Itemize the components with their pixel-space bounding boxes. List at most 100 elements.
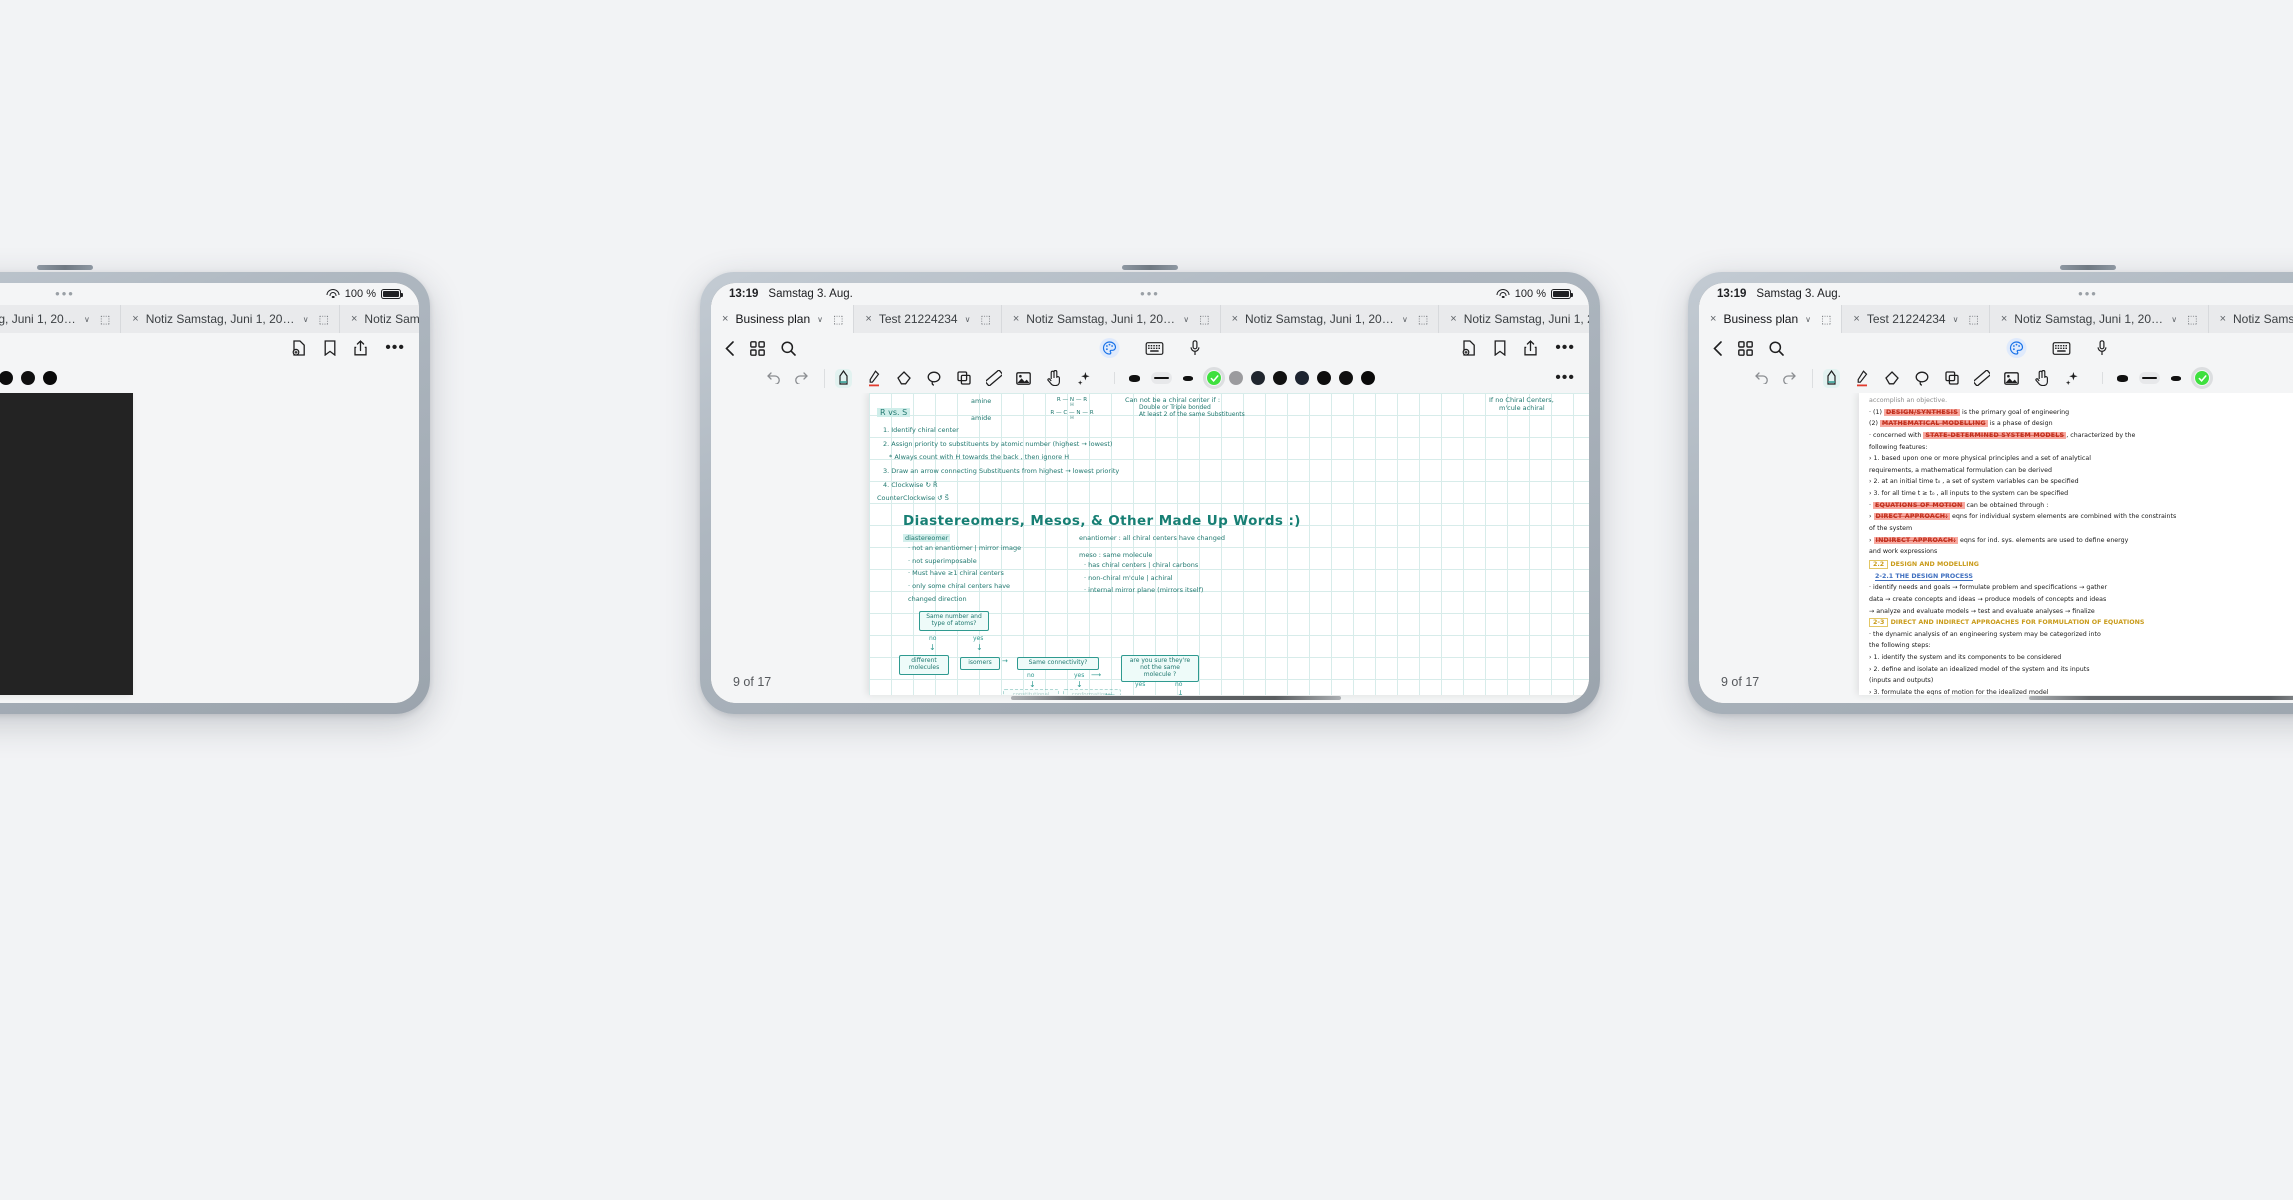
note-page-left[interactable]: capacitor consists of two conducting pla… — [0, 393, 133, 695]
split-view-icon[interactable]: ⬚ — [100, 313, 110, 326]
ai-sparkle-tool[interactable] — [1075, 369, 1092, 388]
tab-item[interactable]: × Notiz Samstag, Juni 1, 202… ∨ ⬚ — [0, 305, 122, 333]
redo-icon[interactable] — [794, 372, 808, 384]
tab-item-business-plan[interactable]: × Business plan ∨ ⬚ — [1699, 305, 1843, 333]
tab-close-icon[interactable]: × — [865, 313, 871, 325]
ai-sparkle-tool[interactable] — [2063, 369, 2080, 388]
image-tool[interactable] — [2003, 369, 2020, 388]
horizontal-scrollbar[interactable] — [2029, 696, 2293, 700]
tab-close-icon[interactable]: × — [1013, 313, 1019, 325]
horizontal-scrollbar[interactable] — [1011, 696, 1341, 700]
microphone-icon[interactable] — [1190, 340, 1201, 356]
split-view-icon[interactable]: ⬚ — [833, 313, 843, 326]
split-view-icon[interactable]: ⬚ — [1821, 313, 1831, 326]
tab-close-icon[interactable]: × — [132, 313, 138, 325]
split-view-icon[interactable]: ⬚ — [980, 313, 990, 326]
chevron-down-icon[interactable]: ∨ — [965, 315, 971, 324]
tab-item[interactable]: × Notiz Samstag, Ju — [340, 305, 419, 333]
color-black-3[interactable] — [1339, 371, 1353, 385]
tab-item[interactable]: × Notiz Samstag, Juni 1, 202… ∨ ⬚ — [1002, 305, 1221, 333]
lasso-tool[interactable] — [1913, 369, 1930, 388]
tab-item[interactable]: × Notiz Samstag, Juni 1, 202… ∨ ⬚ — [1990, 305, 2209, 333]
chevron-down-icon[interactable]: ∨ — [1805, 315, 1811, 324]
tab-close-icon[interactable]: × — [2001, 313, 2007, 325]
tab-item-business-plan[interactable]: × Business plan ∨ ⬚ — [711, 305, 855, 333]
color-black-4[interactable] — [43, 371, 57, 385]
highlighter-tool[interactable] — [1853, 369, 1870, 388]
ruler-tool[interactable] — [1973, 369, 1990, 388]
split-view-icon[interactable]: ⬚ — [1199, 313, 1209, 326]
width-thin[interactable] — [2117, 374, 2128, 382]
tab-item[interactable]: × Notiz Samstag, Juni 1, 202… — [1439, 305, 1589, 333]
shapes-tool[interactable] — [1943, 369, 1960, 388]
redo-icon[interactable] — [1782, 372, 1796, 384]
tab-close-icon[interactable]: × — [2220, 313, 2226, 325]
grid-thumbnails-icon[interactable] — [750, 340, 765, 356]
more-ellipsis-icon[interactable]: ••• — [1555, 340, 1575, 356]
tab-close-icon[interactable]: × — [1232, 313, 1238, 325]
palette-icon[interactable] — [2006, 338, 2027, 358]
chevron-down-icon[interactable]: ∨ — [1183, 315, 1189, 324]
note-page-right[interactable]: accomplish an objective. · (1) DESIGN/SY… — [1859, 393, 2293, 695]
chevron-down-icon[interactable]: ∨ — [1402, 315, 1408, 324]
share-icon[interactable] — [354, 340, 367, 356]
chevron-down-icon[interactable]: ∨ — [303, 315, 309, 324]
window-drag-handle[interactable]: ••• — [2078, 287, 2098, 300]
search-icon[interactable] — [1769, 340, 1784, 356]
microphone-icon[interactable] — [2096, 340, 2107, 356]
split-view-icon[interactable]: ⬚ — [319, 313, 329, 326]
keyboard-icon[interactable] — [1145, 341, 1164, 355]
chevron-left-icon[interactable] — [725, 340, 734, 356]
color-darkslate[interactable] — [1251, 371, 1265, 385]
color-black-4[interactable] — [1361, 371, 1375, 385]
color-navy[interactable] — [1295, 371, 1309, 385]
color-green[interactable] — [2191, 367, 2213, 389]
more-ellipsis-icon[interactable]: ••• — [385, 340, 405, 356]
chevron-left-icon[interactable] — [1713, 340, 1722, 356]
undo-icon[interactable] — [1755, 372, 1769, 384]
split-view-icon[interactable]: ⬚ — [1418, 313, 1428, 326]
share-icon[interactable] — [1524, 340, 1537, 356]
color-gray[interactable] — [1229, 371, 1243, 385]
window-drag-handle[interactable]: ••• — [55, 287, 75, 300]
tab-item[interactable]: × Notiz Samstag, Juni 1, 202… ∨ ⬚ — [121, 305, 340, 333]
eraser-tool[interactable] — [895, 369, 912, 388]
color-black-2[interactable] — [0, 371, 13, 385]
search-icon[interactable] — [781, 340, 796, 356]
pen-tool[interactable] — [835, 368, 852, 388]
tab-item[interactable]: × Notiz Samstag, Ju — [2209, 305, 2293, 333]
window-drag-handle[interactable]: ••• — [1140, 287, 1160, 300]
color-black-2[interactable] — [1317, 371, 1331, 385]
color-black-1[interactable] — [1273, 371, 1287, 385]
shapes-tool[interactable] — [955, 369, 972, 388]
add-page-icon[interactable] — [1462, 340, 1476, 356]
hand-tool[interactable] — [2033, 369, 2050, 388]
hand-tool[interactable] — [1045, 369, 1062, 388]
color-black-3[interactable] — [21, 371, 35, 385]
bookmark-icon[interactable] — [1494, 340, 1506, 356]
chevron-down-icon[interactable]: ∨ — [817, 315, 823, 324]
tab-close-icon[interactable]: × — [722, 313, 728, 325]
width-medium[interactable] — [1151, 371, 1172, 385]
add-page-icon[interactable] — [292, 340, 306, 356]
tab-close-icon[interactable]: × — [1710, 313, 1716, 325]
bookmark-icon[interactable] — [324, 340, 336, 356]
lasso-tool[interactable] — [925, 369, 942, 388]
tab-close-icon[interactable]: × — [1450, 313, 1456, 325]
split-view-icon[interactable]: ⬚ — [1968, 313, 1978, 326]
chevron-down-icon[interactable]: ∨ — [84, 315, 90, 324]
grid-thumbnails-icon[interactable] — [1738, 340, 1753, 356]
keyboard-icon[interactable] — [2052, 341, 2071, 355]
undo-icon[interactable] — [767, 372, 781, 384]
tab-item[interactable]: × Notiz Samstag, Juni 1, 202… ∨ ⬚ — [1221, 305, 1440, 333]
palette-icon[interactable] — [1099, 338, 1120, 358]
image-tool[interactable] — [1015, 369, 1032, 388]
width-thick[interactable] — [1183, 375, 1193, 381]
highlighter-tool[interactable] — [865, 369, 882, 388]
width-medium[interactable] — [2139, 371, 2160, 385]
tab-close-icon[interactable]: × — [1853, 313, 1859, 325]
width-thin[interactable] — [1129, 374, 1140, 382]
split-view-icon[interactable]: ⬚ — [2187, 313, 2197, 326]
note-page-center[interactable]: R vs. S amine amide R — N — R H R — C — … — [869, 393, 1589, 695]
tab-item-test[interactable]: × Test 21224234 ∨ ⬚ — [854, 305, 1002, 333]
